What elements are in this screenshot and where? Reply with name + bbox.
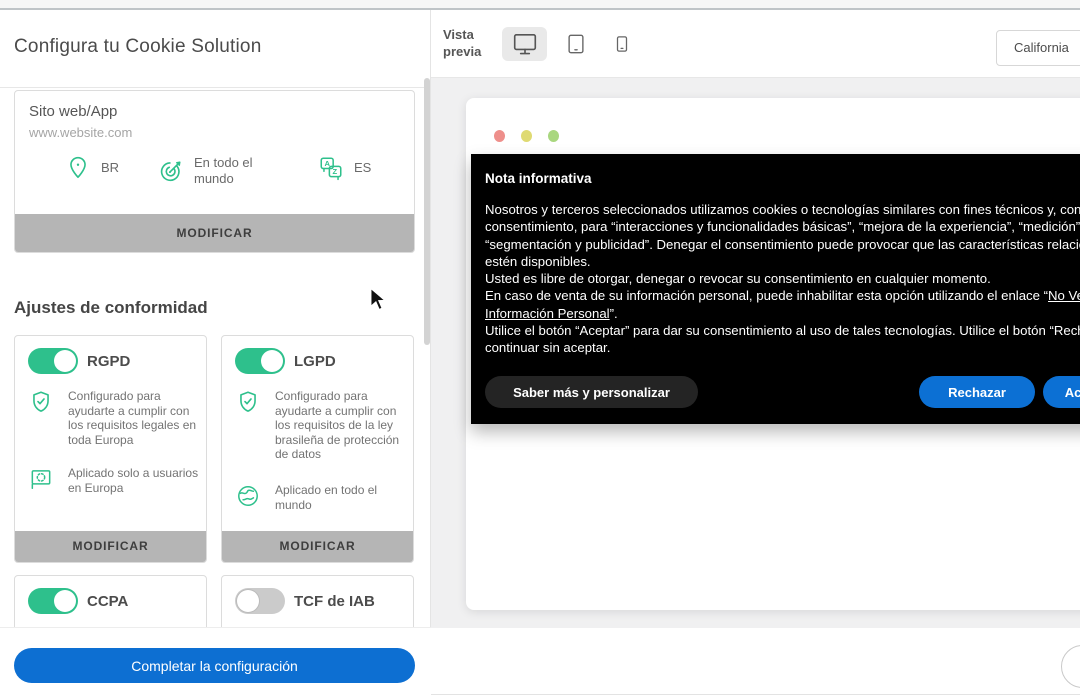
scrollbar-thumb[interactable] <box>424 78 430 345</box>
translate-icon: A Z <box>318 155 344 181</box>
rgpd-card: RGPD Configurado para ayudarte a cumplir… <box>14 335 207 563</box>
shield-check-icon <box>235 389 261 462</box>
rgpd-label: RGPD <box>87 353 130 370</box>
scope-label: En todo el mundo <box>194 155 260 187</box>
feature-text: Aplicado en todo el mundo <box>275 483 409 512</box>
do-not-sell-link[interactable]: No Vender Mi <box>1048 288 1080 303</box>
feature-text: Configurado para ayudarte a cumplir con … <box>275 389 409 462</box>
rgpd-toggle[interactable] <box>28 348 78 374</box>
svg-text:Z: Z <box>333 167 338 176</box>
compliance-heading: Ajustes de conformidad <box>14 298 208 318</box>
ccpa-toggle[interactable] <box>28 588 78 614</box>
preview-area: Nota informativa Nosotros y terceros sel… <box>431 78 1080 628</box>
banner-text: Nosotros y terceros seleccionados utiliz… <box>485 201 1080 357</box>
tcf-label: TCF de IAB <box>294 593 375 610</box>
region-select[interactable]: California <box>996 30 1080 66</box>
desktop-icon <box>512 31 538 57</box>
banner-customize-button[interactable]: Saber más y personalizar <box>485 376 698 408</box>
rgpd-feature-scope: Aplicado solo a usuarios en Europa <box>28 466 202 495</box>
website-language-item: A Z ES <box>318 155 371 181</box>
toggle-knob <box>261 350 283 372</box>
shield-check-icon <box>28 389 54 447</box>
globe-icon <box>235 483 261 512</box>
config-footer: Completar la configuración <box>0 628 431 698</box>
website-card: Sito web/App www.website.com BR <box>14 90 415 253</box>
page-title: Configura tu Cookie Solution <box>14 36 261 58</box>
tablet-icon <box>565 33 587 55</box>
banner-accept-button[interactable]: Aceptar <box>1043 376 1080 408</box>
tcf-toggle[interactable] <box>235 588 285 614</box>
top-strip <box>0 0 1080 10</box>
target-icon <box>158 158 184 184</box>
banner-title: Nota informativa <box>485 171 592 186</box>
feature-text: Configurado para ayudarte a cumplir con … <box>68 389 202 447</box>
device-desktop-button[interactable] <box>502 27 547 61</box>
website-card-title: Sito web/App <box>29 103 117 120</box>
country-label: BR <box>101 160 119 176</box>
website-url: www.website.com <box>29 125 132 140</box>
help-button[interactable] <box>1061 645 1080 688</box>
browser-mockup: Nota informativa Nosotros y terceros sel… <box>466 98 1080 610</box>
preview-footer <box>431 628 1080 698</box>
website-country-item: BR <box>65 155 119 181</box>
toggle-knob <box>54 350 76 372</box>
lgpd-card: LGPD Configurado para ayudarte a cumplir… <box>221 335 414 563</box>
lgpd-feature-scope: Aplicado en todo el mundo <box>235 483 409 512</box>
lgpd-modify-button[interactable]: MODIFICAR <box>222 531 413 562</box>
banner-reject-button[interactable]: Rechazar <box>919 376 1035 408</box>
device-mobile-button[interactable] <box>603 27 641 61</box>
preview-panel: Vista previa <box>431 10 1080 698</box>
lgpd-toggle[interactable] <box>235 348 285 374</box>
svg-text:A: A <box>325 159 331 168</box>
feature-text: Aplicado solo a usuarios en Europa <box>68 466 202 495</box>
traffic-light-green-icon <box>548 130 559 142</box>
preview-header: Vista previa <box>431 10 1080 78</box>
do-not-sell-link[interactable]: Información Personal <box>485 306 610 321</box>
language-label: ES <box>354 160 371 176</box>
config-panel-header: Configura tu Cookie Solution <box>0 10 430 88</box>
cookie-banner: Nota informativa Nosotros y terceros sel… <box>471 154 1080 424</box>
toggle-knob <box>54 590 76 612</box>
rgpd-modify-button[interactable]: MODIFICAR <box>15 531 206 562</box>
website-scope-item: En todo el mundo <box>158 155 273 187</box>
website-modify-button[interactable]: MODIFICAR <box>15 214 414 252</box>
config-panel: Configura tu Cookie Solution Sito web/Ap… <box>0 10 431 698</box>
complete-setup-button[interactable]: Completar la configuración <box>14 648 415 683</box>
device-tablet-button[interactable] <box>555 27 597 61</box>
rgpd-feature-compliance: Configurado para ayudarte a cumplir con … <box>28 389 202 447</box>
eu-flag-icon <box>28 466 54 495</box>
location-pin-icon <box>65 155 91 181</box>
lgpd-feature-compliance: Configurado para ayudarte a cumplir con … <box>235 389 409 462</box>
ccpa-label: CCPA <box>87 593 128 610</box>
cookie-solution-configurator: Configura tu Cookie Solution Sito web/Ap… <box>0 0 1080 698</box>
preview-label: Vista previa <box>443 26 493 60</box>
mobile-icon <box>613 35 631 53</box>
lgpd-label: LGPD <box>294 353 336 370</box>
toggle-knob <box>237 590 259 612</box>
traffic-light-red-icon <box>494 130 505 142</box>
traffic-light-yellow-icon <box>521 130 532 142</box>
